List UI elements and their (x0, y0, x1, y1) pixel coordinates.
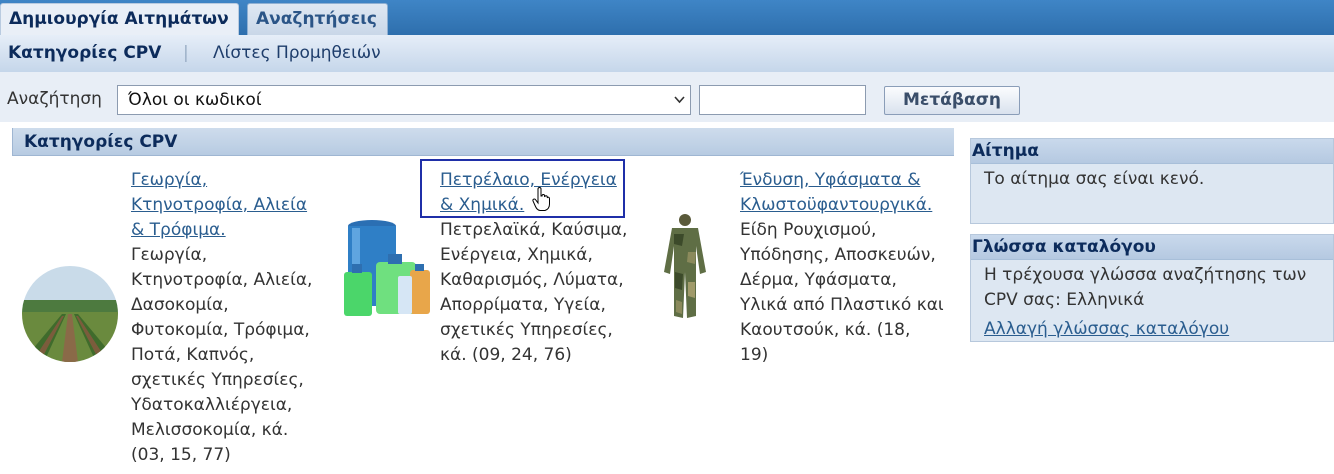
search-scope-select[interactable]: Όλοι οι κωδικοί (117, 85, 691, 115)
category-agriculture-link[interactable]: Γεωργία, Κτηνοτροφία, Αλιεία & Τρόφιμα. (131, 168, 321, 243)
hand-pointer-icon (532, 186, 550, 211)
request-panel-body: Το αίτημα σας είναι κενό. (984, 169, 1205, 189)
search-scope-value: Όλοι οι κωδικοί (128, 90, 262, 110)
category-clothing-description: Είδη Ρουχισμού, Υπόδησης, Αποσκευών, Δέρ… (740, 220, 944, 365)
catalog-language-panel: Γλώσσα καταλόγου Η τρέχουσα γλώσσα αναζή… (970, 234, 1334, 342)
cpv-categories-header: Κατηγορίες CPV (12, 128, 954, 156)
category-clothing-link[interactable]: Ένδυση, Υφάσματα & Κλωστοϋφαντουργικά. (740, 168, 950, 218)
tab-bar: Δημιουργία Αιτημάτων Αναζητήσεις (0, 0, 1334, 35)
subnav-cpv-categories[interactable]: Κατηγορίες CPV (8, 35, 161, 71)
category-clothing: Ένδυση, Υφάσματα & Κλωστοϋφαντουργικά. Ε… (740, 168, 950, 368)
search-input[interactable] (699, 85, 866, 115)
go-button[interactable]: Μετάβαση (884, 86, 1020, 115)
tab-searches[interactable]: Αναζητήσεις (247, 3, 388, 35)
subnav-supply-lists[interactable]: Λίστες Προμηθειών (213, 35, 381, 71)
tab-create-requests[interactable]: Δημιουργία Αιτημάτων (0, 3, 239, 35)
camouflage-suit-image (660, 212, 710, 322)
category-agriculture: Γεωργία, Κτηνοτροφία, Αλιεία & Τρόφιμα. … (131, 168, 321, 468)
category-agriculture-description: Γεωργία, Κτηνοτροφία, Αλιεία, Δασοκομία,… (131, 245, 313, 465)
chemical-containers-image (336, 212, 436, 317)
chevron-down-icon (674, 86, 685, 125)
sub-navigation: Κατηγορίες CPV | Λίστες Προμηθειών (0, 35, 1334, 72)
subnav-separator: | (183, 43, 189, 63)
category-petroleum-description: Πετρελαϊκά, Καύσιμα, Ενέργεια, Χημικά, Κ… (440, 220, 628, 365)
search-bar: Αναζήτηση Όλοι οι κωδικοί Μετάβαση (0, 72, 1334, 122)
catalog-language-body: Η τρέχουσα γλώσσα αναζήτησης των CPV σας… (984, 265, 1307, 310)
change-catalog-language-link[interactable]: Αλλαγή γλώσσας καταλόγου (971, 317, 1333, 342)
vineyard-image (22, 266, 118, 362)
request-panel-title: Αίτημα (971, 139, 1333, 164)
search-label: Αναζήτηση (7, 89, 102, 109)
catalog-language-title: Γλώσσα καταλόγου (971, 235, 1333, 260)
request-panel: Αίτημα Το αίτημα σας είναι κενό. (970, 138, 1334, 224)
